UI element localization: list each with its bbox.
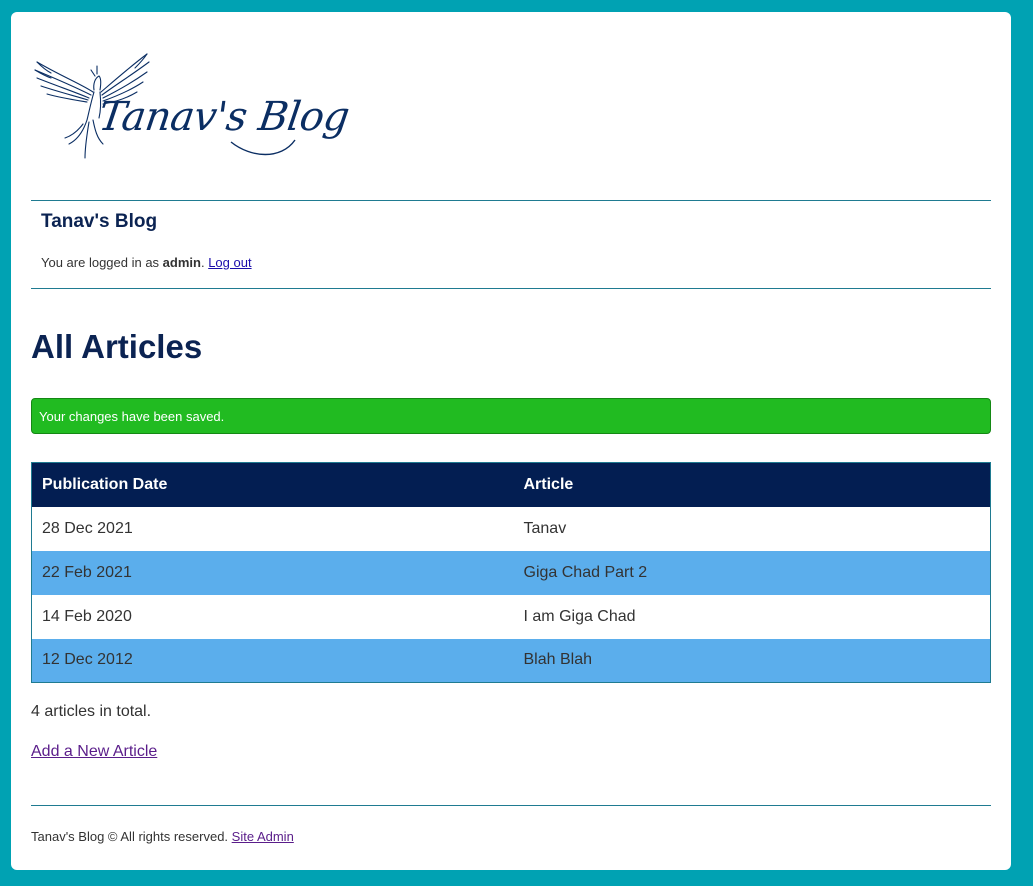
footer-divider xyxy=(31,805,991,806)
row-article-title[interactable]: Giga Chad Part 2 xyxy=(513,550,991,595)
articles-total: 4 articles in total. xyxy=(31,703,152,720)
login-status: You are logged in as admin. Log out xyxy=(41,255,252,270)
username: admin xyxy=(162,255,201,270)
footer-copyright: Tanav's Blog © All rights reserved. xyxy=(31,829,232,844)
table-row[interactable]: 28 Dec 2021 Tanav xyxy=(32,507,991,551)
header-divider-top xyxy=(31,200,991,201)
logo-wordmark: Tanav's Blog xyxy=(95,94,352,140)
success-alert: Your changes have been saved. xyxy=(31,398,991,434)
row-article-title[interactable]: Blah Blah xyxy=(513,638,991,683)
footer: Tanav's Blog © All rights reserved. Site… xyxy=(31,829,294,844)
table-row[interactable]: 14 Feb 2020 I am Giga Chad xyxy=(32,595,991,639)
site-title[interactable]: Tanav's Blog xyxy=(41,211,157,233)
row-date: 28 Dec 2021 xyxy=(42,519,133,537)
page-title: All Articles xyxy=(31,328,203,365)
table-row[interactable]: 12 Dec 2012 Blah Blah xyxy=(31,638,991,683)
row-date: 12 Dec 2012 xyxy=(31,638,514,683)
articles-table: Publication Date Article 28 Dec 2021 Tan… xyxy=(31,462,991,683)
logo-underline-swash xyxy=(230,139,296,156)
row-article-title[interactable]: I am Giga Chad xyxy=(514,595,991,639)
row-date: 14 Feb 2020 xyxy=(42,607,132,625)
table-header-row: Publication Date Article xyxy=(31,462,991,507)
row-date: 22 Feb 2021 xyxy=(31,550,514,595)
login-prefix: You are logged in as xyxy=(41,255,163,270)
site-logo[interactable]: Tanav's Blog xyxy=(31,40,352,178)
header-divider-bottom xyxy=(31,288,991,289)
site-admin-link[interactable]: Site Admin xyxy=(232,829,294,844)
column-header-article: Article xyxy=(513,462,991,507)
logout-link[interactable]: Log out xyxy=(208,255,251,270)
row-article-title[interactable]: Tanav xyxy=(514,507,991,551)
column-header-date: Publication Date xyxy=(31,462,514,507)
page-container: Tanav's Blog Tanav's Blog You are logged… xyxy=(11,12,1011,870)
add-article-link[interactable]: Add a New Article xyxy=(31,743,157,761)
table-row[interactable]: 22 Feb 2021 Giga Chad Part 2 xyxy=(31,550,991,595)
